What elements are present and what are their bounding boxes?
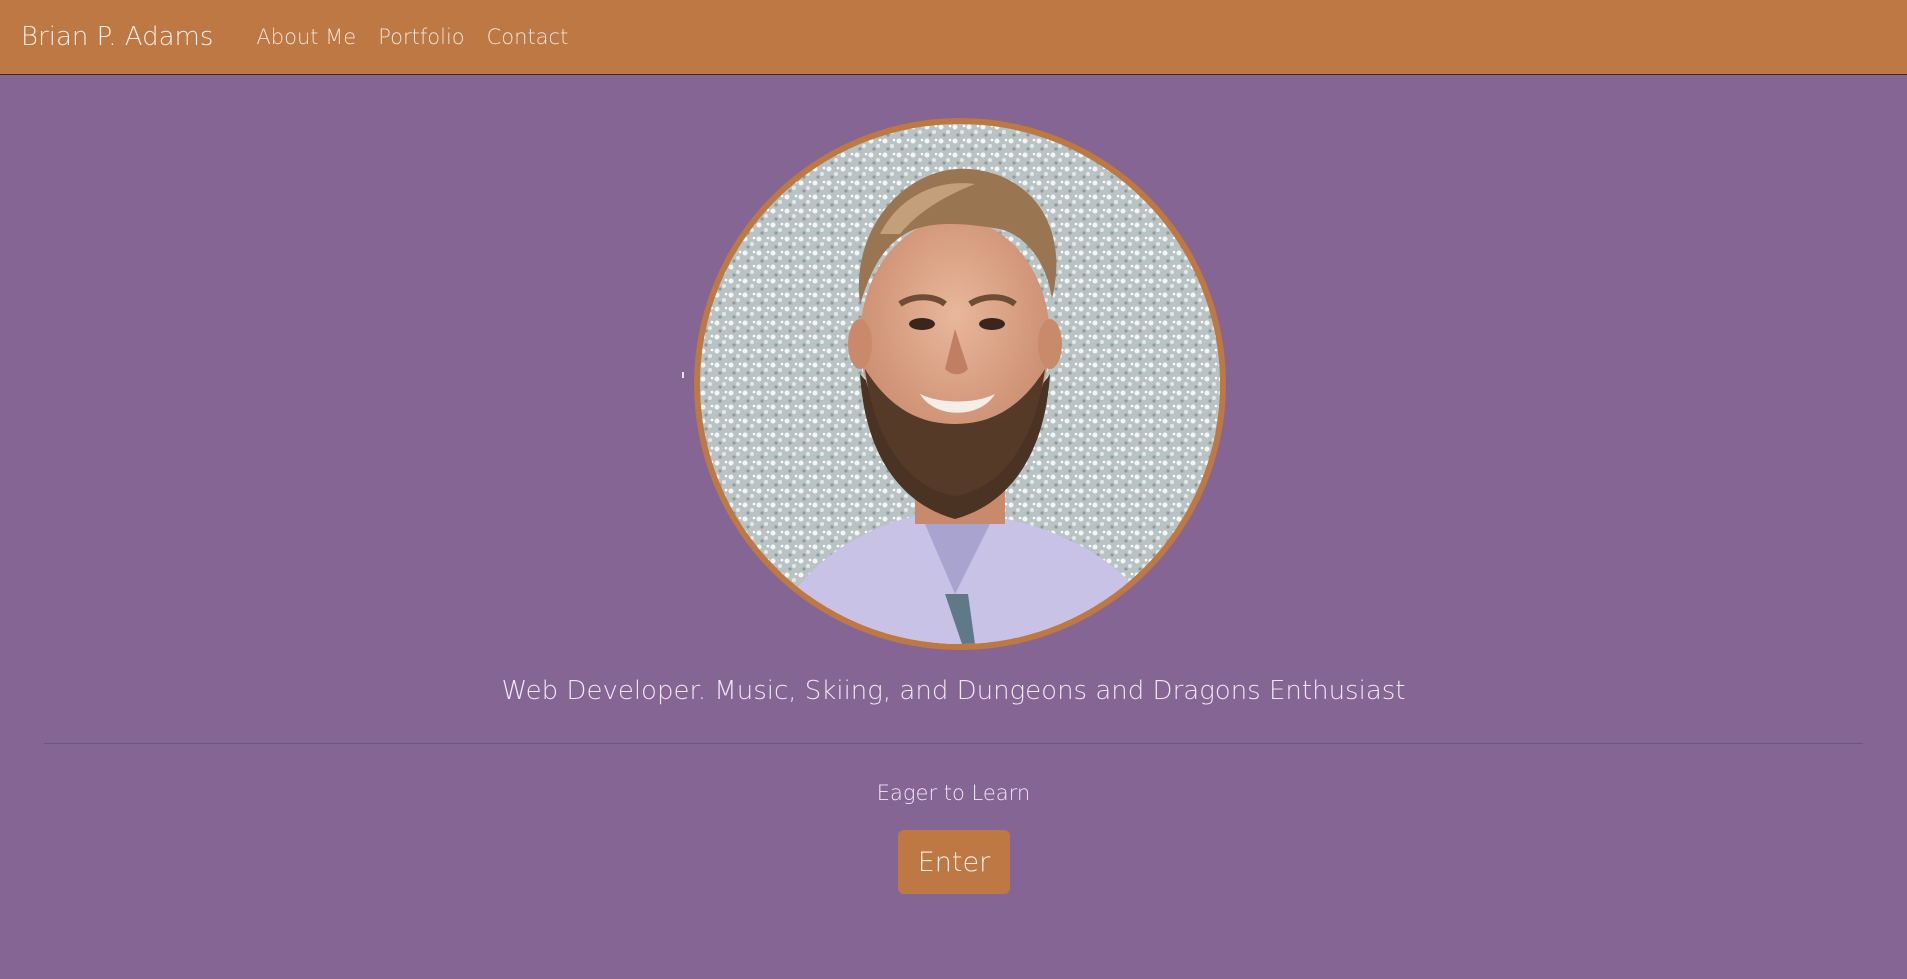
nav-links: About Me Portfolio Contact — [245, 25, 579, 49]
divider — [44, 743, 1863, 744]
avatar — [694, 118, 1226, 650]
profile-photo — [700, 124, 1220, 644]
subtext: Eager to Learn — [876, 781, 1031, 805]
nav-link-contact[interactable]: Contact — [476, 25, 580, 49]
nav-link-portfolio[interactable]: Portfolio — [367, 25, 475, 49]
top-navbar: Brian P. Adams About Me Portfolio Contac… — [0, 0, 1907, 75]
brand-link[interactable]: Brian P. Adams — [21, 22, 213, 52]
tagline: Web Developer. Music, Skiing, and Dungeo… — [501, 676, 1406, 706]
enter-button[interactable]: Enter — [898, 830, 1010, 894]
nav-link-about-me[interactable]: About Me — [245, 25, 367, 49]
stray-text-mark — [682, 372, 684, 378]
